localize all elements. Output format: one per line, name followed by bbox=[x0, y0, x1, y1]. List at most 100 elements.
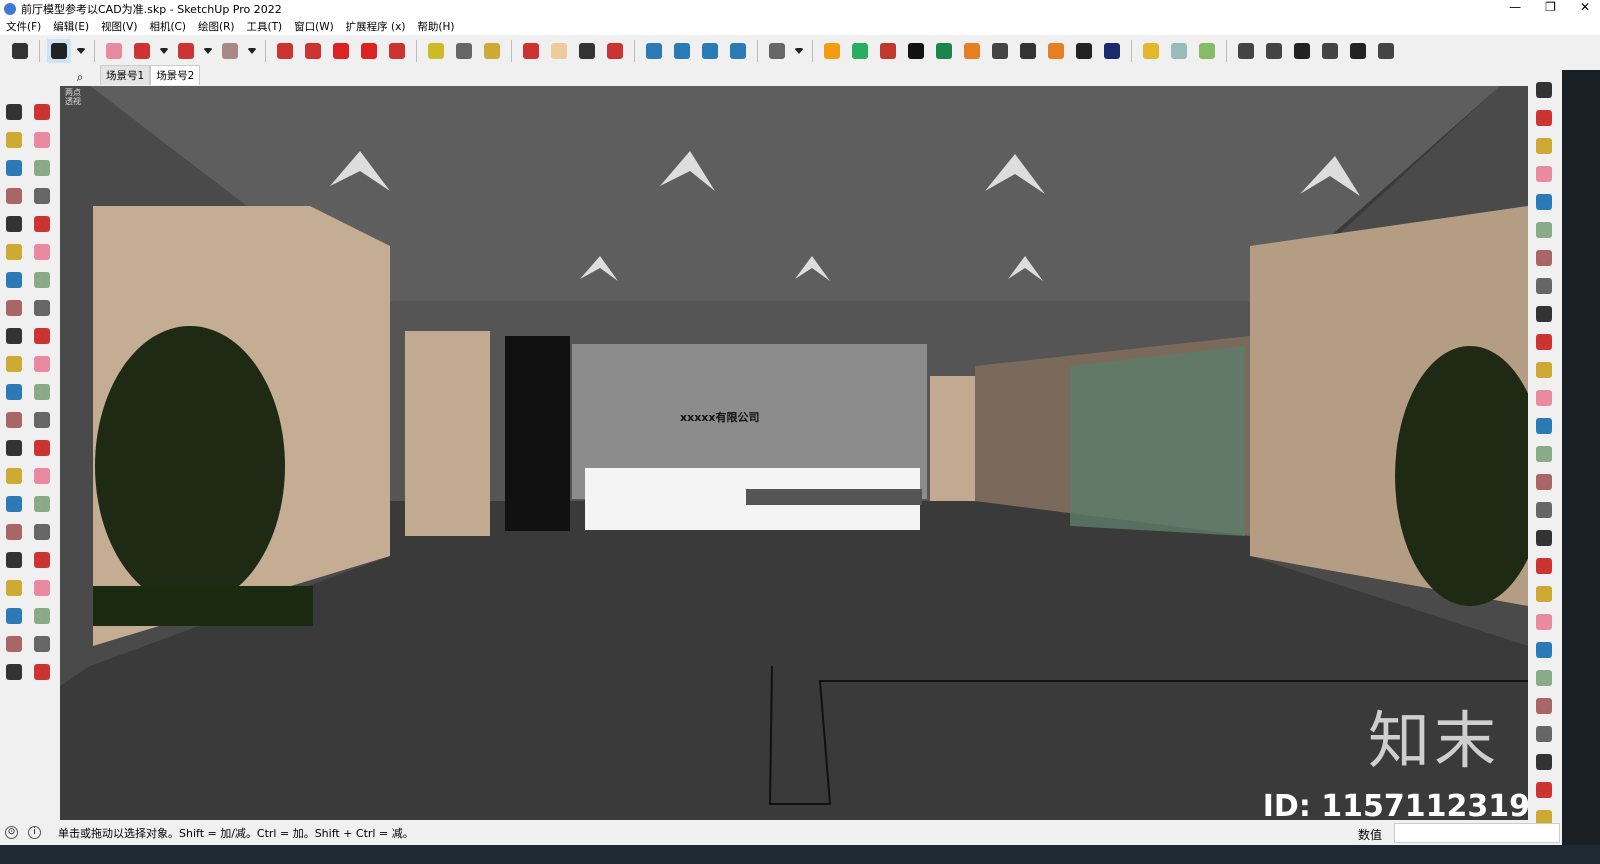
menu-item[interactable]: 绘图(R) bbox=[198, 19, 235, 34]
eraser-button[interactable] bbox=[28, 126, 56, 154]
follow-me-button[interactable] bbox=[301, 39, 325, 63]
menu-item[interactable]: 窗口(W) bbox=[294, 19, 334, 34]
warehouse-button[interactable] bbox=[642, 39, 666, 63]
protractor-button[interactable] bbox=[0, 434, 28, 462]
3d-text-button[interactable] bbox=[28, 462, 56, 490]
paint-drop-button[interactable] bbox=[28, 154, 56, 182]
polygon-button[interactable] bbox=[28, 238, 56, 266]
r8-button[interactable] bbox=[1530, 272, 1558, 300]
zoom-button[interactable] bbox=[8, 39, 32, 63]
r4-button[interactable] bbox=[1530, 160, 1558, 188]
home-button[interactable] bbox=[1290, 39, 1314, 63]
rectangle-button[interactable] bbox=[0, 210, 28, 238]
extension-button[interactable] bbox=[670, 39, 694, 63]
orbit2-button[interactable] bbox=[0, 490, 28, 518]
pie-button[interactable] bbox=[28, 266, 56, 294]
view-top-button[interactable] bbox=[1374, 39, 1398, 63]
dropdown-button[interactable] bbox=[202, 39, 214, 63]
r3-button[interactable] bbox=[1530, 132, 1558, 160]
line-button[interactable] bbox=[0, 182, 28, 210]
tree-button[interactable] bbox=[932, 39, 956, 63]
r13-button[interactable] bbox=[1530, 412, 1558, 440]
info-button[interactable] bbox=[1100, 39, 1124, 63]
view-side-button[interactable] bbox=[1346, 39, 1370, 63]
zoom-button[interactable] bbox=[0, 518, 28, 546]
plugin-e-button[interactable] bbox=[820, 39, 844, 63]
mail-button[interactable] bbox=[1072, 39, 1096, 63]
arc3-button[interactable] bbox=[0, 294, 28, 322]
3d-viewport[interactable]: xxxxx有限公司 两点透视 知末 ID: 1157112319 bbox=[60, 86, 1528, 820]
dimension-button[interactable] bbox=[28, 406, 56, 434]
select-button[interactable] bbox=[0, 98, 28, 126]
send-button[interactable] bbox=[28, 658, 56, 686]
rotated-rect-button[interactable] bbox=[28, 210, 56, 238]
dropdown-button[interactable] bbox=[793, 39, 805, 63]
pan-button[interactable] bbox=[547, 39, 571, 63]
view-iso-button[interactable] bbox=[1234, 39, 1258, 63]
info-icon[interactable]: i bbox=[28, 826, 41, 839]
text-button[interactable] bbox=[452, 39, 476, 63]
paint-button[interactable] bbox=[0, 126, 28, 154]
push-pull-button[interactable] bbox=[273, 39, 297, 63]
user-button[interactable] bbox=[765, 39, 789, 63]
rectangle-button[interactable] bbox=[218, 39, 242, 63]
tape-measure-button[interactable] bbox=[0, 406, 28, 434]
geo-location-icon[interactable]: ⊙ bbox=[5, 826, 18, 839]
r24-button[interactable] bbox=[1530, 720, 1558, 748]
r1-button[interactable] bbox=[1530, 76, 1558, 104]
eraser-button[interactable] bbox=[102, 39, 126, 63]
export-button[interactable] bbox=[876, 39, 900, 63]
send-button[interactable] bbox=[726, 39, 750, 63]
r20-button[interactable] bbox=[1530, 608, 1558, 636]
arc-button[interactable] bbox=[174, 39, 198, 63]
maximize-button[interactable]: ❐ bbox=[1545, 0, 1556, 14]
r12-button[interactable] bbox=[1530, 384, 1558, 412]
r9-button[interactable] bbox=[1530, 300, 1558, 328]
menu-item[interactable]: 工具(T) bbox=[246, 19, 282, 34]
cloud-button[interactable] bbox=[1016, 39, 1040, 63]
checker-button[interactable] bbox=[988, 39, 1012, 63]
menu-item[interactable]: 文件(F) bbox=[6, 19, 41, 34]
r14-button[interactable] bbox=[1530, 440, 1558, 468]
cube-view-button[interactable] bbox=[1167, 39, 1191, 63]
rotate-button[interactable] bbox=[0, 350, 28, 378]
pencil-button[interactable] bbox=[130, 39, 154, 63]
component-button[interactable] bbox=[0, 154, 28, 182]
circle-button[interactable] bbox=[0, 238, 28, 266]
r21-button[interactable] bbox=[1530, 636, 1558, 664]
move-button[interactable] bbox=[329, 39, 353, 63]
layers-button[interactable] bbox=[0, 658, 28, 686]
minimize-button[interactable]: — bbox=[1509, 0, 1521, 14]
measurements-input[interactable] bbox=[1394, 823, 1560, 843]
menu-item[interactable]: 视图(V) bbox=[101, 19, 137, 34]
footprints-button[interactable] bbox=[0, 602, 28, 630]
menu-item[interactable]: 扩展程序 (x) bbox=[346, 19, 406, 34]
axes-button[interactable] bbox=[0, 462, 28, 490]
arc2-button[interactable] bbox=[28, 294, 56, 322]
r16-button[interactable] bbox=[1530, 496, 1558, 524]
orbit-button[interactable] bbox=[28, 98, 56, 126]
zoom-extents-button[interactable] bbox=[0, 546, 28, 574]
freehand-button[interactable] bbox=[28, 182, 56, 210]
r26-button[interactable] bbox=[1530, 776, 1558, 804]
r7-button[interactable] bbox=[1530, 244, 1558, 272]
extension-button[interactable] bbox=[28, 630, 56, 658]
offset-button[interactable] bbox=[28, 378, 56, 406]
r5-button[interactable] bbox=[1530, 188, 1558, 216]
scene-search-icon[interactable]: ⌕ bbox=[60, 70, 100, 85]
r2-button[interactable] bbox=[1530, 104, 1558, 132]
move-button[interactable] bbox=[0, 322, 28, 350]
zoom-window-button[interactable] bbox=[28, 518, 56, 546]
r22-button[interactable] bbox=[1530, 664, 1558, 692]
dropdown-button[interactable] bbox=[75, 39, 87, 63]
walk-button[interactable] bbox=[0, 574, 28, 602]
scale-button[interactable] bbox=[385, 39, 409, 63]
refresh-button[interactable] bbox=[848, 39, 872, 63]
push-pull-button[interactable] bbox=[28, 322, 56, 350]
r18-button[interactable] bbox=[1530, 552, 1558, 580]
view-front-button[interactable] bbox=[1262, 39, 1286, 63]
cube-iso-button[interactable] bbox=[1195, 39, 1219, 63]
tape-measure-button[interactable] bbox=[424, 39, 448, 63]
menu-item[interactable]: 相机(C) bbox=[149, 19, 186, 34]
look-around-button[interactable] bbox=[28, 574, 56, 602]
